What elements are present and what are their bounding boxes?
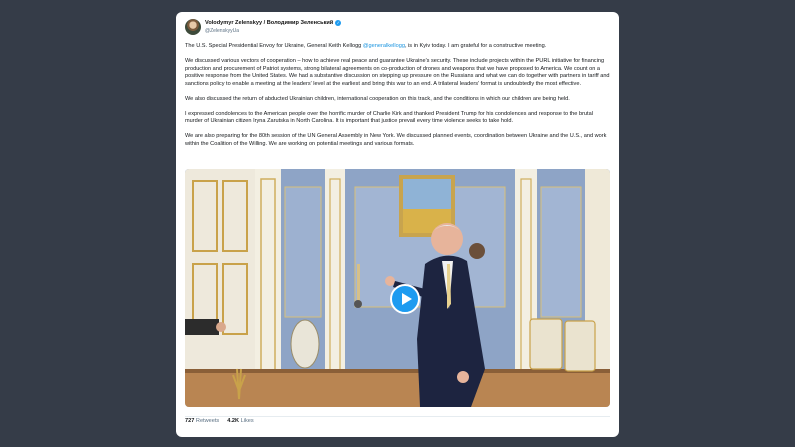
author-names: Volodymyr Zelenskyy / Володимир Зеленськ… [205, 19, 342, 35]
tweet-card: Volodymyr Zelenskyy / Володимир Зеленськ… [176, 12, 619, 437]
tweet-paragraph: The U.S. Special Presidential Envoy for … [185, 43, 610, 51]
tweet-header: Volodymyr Zelenskyy / Володимир Зеленськ… [185, 19, 342, 35]
handle[interactable]: @ZelenskyyUa [205, 27, 341, 35]
play-icon [401, 293, 412, 305]
likes-label: Likes [240, 418, 254, 424]
tweet-paragraph: We also discussed the return of abducted… [185, 95, 570, 102]
retweets-label: Retweets [195, 418, 220, 424]
paragraph-text: The U.S. Special Presidential Envoy for … [185, 43, 363, 49]
display-name-row: Volodymyr Zelenskyy / Володимир Зеленськ… [205, 19, 342, 27]
retweets-count: 727 [185, 418, 195, 424]
tweet-text: The U.S. Special Presidential Envoy for … [185, 43, 610, 156]
tweet-paragraph: I expressed condolences to the American … [185, 110, 593, 125]
play-button[interactable] [390, 284, 420, 314]
mention-link[interactable]: @generalkellogg [363, 43, 405, 49]
tweet-paragraph: We discussed various vectors of cooperat… [185, 58, 610, 87]
retweets-stat[interactable]: 727 Retweets [185, 417, 219, 424]
likes-count: 4.2K [227, 418, 240, 424]
display-name[interactable]: Volodymyr Zelenskyy / Володимир Зеленськ… [205, 19, 333, 27]
likes-stat[interactable]: 4.2K Likes [227, 417, 253, 424]
paragraph-text: , is in Kyiv today. I am grateful for a … [404, 43, 547, 49]
tweet-stats: 727 Retweets 4.2K Likes [185, 416, 610, 424]
verified-badge-icon: ✓ [335, 20, 342, 26]
video-player[interactable] [185, 169, 610, 407]
tweet-paragraph: We are also preparing for the 80th sessi… [185, 133, 607, 147]
avatar[interactable] [185, 19, 201, 35]
